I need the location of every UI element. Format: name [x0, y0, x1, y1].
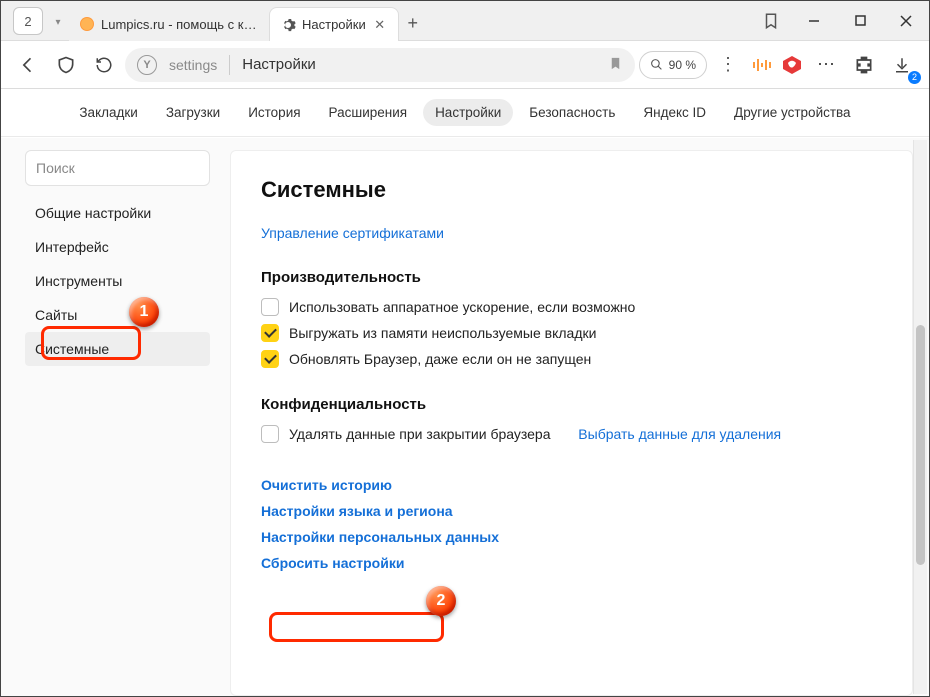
bookmarks-icon[interactable]: [751, 1, 791, 40]
zoom-indicator[interactable]: 90 %: [639, 51, 707, 79]
checkbox-icon[interactable]: [261, 324, 279, 342]
settings-top-nav: Закладки Загрузки История Расширения Нас…: [1, 89, 929, 137]
nav-security[interactable]: Безопасность: [517, 99, 627, 126]
scrollbar-thumb[interactable]: [916, 325, 925, 565]
favicon-lumpics-icon: [79, 16, 95, 32]
perf-option-label: Обновлять Браузер, даже если он не запущ…: [289, 351, 591, 367]
window-minimize-button[interactable]: [791, 1, 837, 40]
more-menu-icon[interactable]: ⋮: [711, 48, 745, 82]
nav-history[interactable]: История: [236, 99, 312, 126]
sidebar-item-sites[interactable]: Сайты: [25, 298, 210, 332]
sidebar-item-interface[interactable]: Интерфейс: [25, 230, 210, 264]
checkbox-icon[interactable]: [261, 425, 279, 443]
sidebar-item-general[interactable]: Общие настройки: [25, 196, 210, 230]
tab-lumpics[interactable]: Lumpics.ru - помощь с ком: [69, 7, 269, 41]
nav-downloads[interactable]: Загрузки: [154, 99, 232, 126]
downloads-button[interactable]: 2: [885, 48, 919, 82]
checkbox-icon[interactable]: [261, 350, 279, 368]
privacy-option-label: Удалять данные при закрытии браузера: [289, 426, 551, 442]
tab-settings[interactable]: Настройки ✕: [269, 7, 399, 41]
new-tab-button[interactable]: +: [399, 7, 427, 40]
settings-sidebar: Поиск Общие настройки Интерфейс Инструме…: [25, 150, 210, 696]
ext-soundbars-icon[interactable]: [749, 52, 775, 78]
downloads-count-badge: 2: [908, 71, 921, 84]
link-manage-certificates[interactable]: Управление сертификатами: [261, 225, 444, 241]
nav-extensions[interactable]: Расширения: [317, 99, 420, 126]
nav-bookmarks[interactable]: Закладки: [67, 99, 149, 126]
settings-search-input[interactable]: Поиск: [25, 150, 210, 186]
settings-main-panel: Системные Управление сертификатами Произ…: [230, 150, 913, 696]
reload-button[interactable]: [87, 48, 121, 82]
window-close-button[interactable]: [883, 1, 929, 40]
checkbox-icon[interactable]: [261, 298, 279, 316]
yandex-icon: Y: [137, 55, 157, 75]
address-domain: settings: [169, 57, 217, 73]
gear-icon: [280, 17, 296, 33]
link-reset-settings[interactable]: Сбросить настройки: [261, 555, 882, 571]
extensions-icon[interactable]: [847, 48, 881, 82]
link-personal-data[interactable]: Настройки персональных данных: [261, 529, 882, 545]
nav-settings[interactable]: Настройки: [423, 99, 513, 126]
address-bar[interactable]: Y settings Настройки: [125, 48, 635, 82]
perf-option-hwaccel[interactable]: Использовать аппаратное ускорение, если …: [261, 298, 882, 316]
tab-title: Настройки: [302, 17, 366, 32]
sidebar-item-tools[interactable]: Инструменты: [25, 264, 210, 298]
vertical-scrollbar[interactable]: [913, 140, 927, 694]
settings-content: Поиск Общие настройки Интерфейс Инструме…: [1, 138, 929, 696]
bookmark-icon[interactable]: [608, 56, 623, 74]
tab-counter[interactable]: 2: [13, 7, 43, 35]
window-maximize-button[interactable]: [837, 1, 883, 40]
subhead-privacy: Конфиденциальность: [261, 396, 882, 413]
perf-option-label: Выгружать из памяти неиспользуемые вклад…: [289, 325, 596, 341]
section-title-system: Системные: [261, 177, 882, 203]
zoom-value: 90 %: [669, 58, 696, 72]
perf-option-label: Использовать аппаратное ускорение, если …: [289, 299, 635, 315]
shield-icon[interactable]: [49, 48, 83, 82]
privacy-option-clear-on-close[interactable]: Удалять данные при закрытии браузера Выб…: [261, 425, 882, 443]
address-title: Настройки: [242, 56, 316, 73]
ext-adblock-icon[interactable]: [779, 52, 805, 78]
tab-title: Lumpics.ru - помощь с ком: [101, 17, 259, 32]
link-choose-data[interactable]: Выбрать данные для удаления: [578, 426, 781, 442]
overflow-icon[interactable]: ⋯: [809, 48, 843, 82]
nav-yandex-id[interactable]: Яндекс ID: [631, 99, 718, 126]
close-tab-icon[interactable]: ✕: [372, 17, 388, 33]
link-clear-history[interactable]: Очистить историю: [261, 477, 882, 493]
nav-other-devices[interactable]: Другие устройства: [722, 99, 863, 126]
link-lang-region[interactable]: Настройки языка и региона: [261, 503, 882, 519]
perf-option-unload-tabs[interactable]: Выгружать из памяти неиспользуемые вклад…: [261, 324, 882, 342]
tab-counter-chevron-icon[interactable]: ▾: [47, 5, 69, 40]
browser-toolbar: Y settings Настройки 90 % ⋮ ⋯ 2: [1, 41, 929, 89]
divider: [229, 55, 230, 75]
window-titlebar: 2 ▾ Lumpics.ru - помощь с ком Настройки …: [1, 1, 929, 41]
subhead-performance: Производительность: [261, 269, 882, 286]
sidebar-item-system[interactable]: Системные: [25, 332, 210, 366]
perf-option-bg-update[interactable]: Обновлять Браузер, даже если он не запущ…: [261, 350, 882, 368]
back-button[interactable]: [11, 48, 45, 82]
